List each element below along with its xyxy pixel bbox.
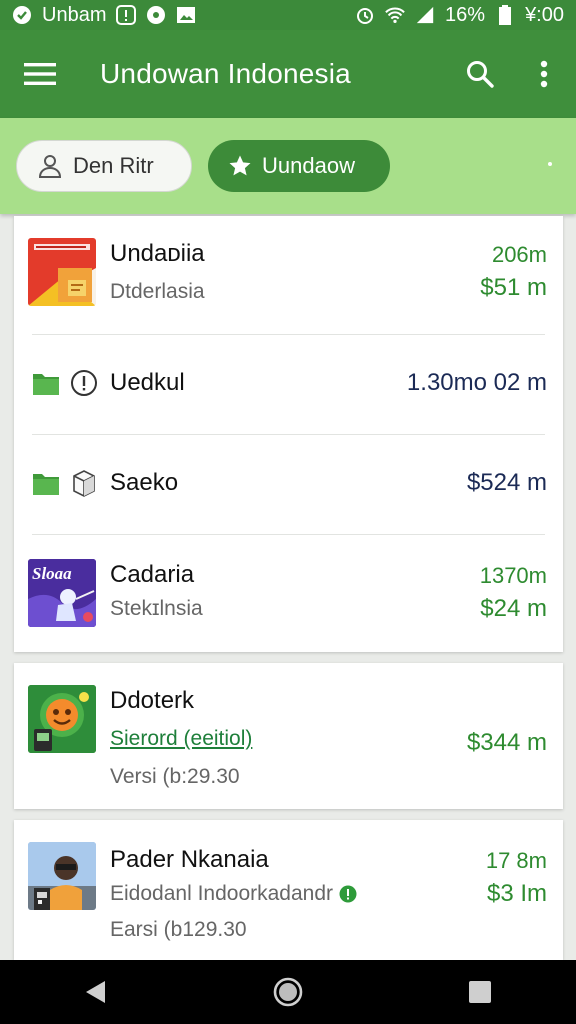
alarm-icon xyxy=(355,5,375,25)
pader-thumb xyxy=(28,842,96,910)
filter-bar: Den Ritr Uundaow xyxy=(0,118,576,214)
search-icon[interactable] xyxy=(448,30,512,118)
battery-icon xyxy=(495,5,515,25)
thumb-text: Sloaa xyxy=(32,564,72,583)
wifi-icon xyxy=(385,5,405,25)
status-time: ¥:00 xyxy=(525,3,564,26)
folder-icon xyxy=(33,474,59,495)
list-item[interactable]: Undaᴅiia Dtderlasia 206m $51 m xyxy=(14,216,563,334)
item-name: Saeko xyxy=(110,469,179,496)
item-version: Earsi (b129.30 xyxy=(110,918,247,941)
star-icon xyxy=(229,155,251,176)
alert-circle-icon xyxy=(71,370,97,396)
home-icon[interactable] xyxy=(258,962,318,1022)
box-icon xyxy=(73,470,95,497)
item-size: 17 8m xyxy=(485,848,547,873)
item-size: 206m xyxy=(491,242,547,267)
list-item[interactable]: Ddoterk Sierord (eeitiol) Versi (b:29.30… xyxy=(14,663,563,809)
item-subtitle: Stekɪlnsia xyxy=(110,597,203,620)
image-icon xyxy=(176,5,196,25)
ddoterk-thumb xyxy=(28,685,96,753)
battery-level: 16% xyxy=(445,3,486,26)
info-badge-icon xyxy=(339,885,357,903)
filter-chip-label: Den Ritr xyxy=(73,153,154,178)
page-title: Undowan Indonesia xyxy=(100,58,351,89)
item-name: Uedkul xyxy=(110,369,185,396)
list-item[interactable]: Uedkul 1.30mo 02 m xyxy=(14,335,563,434)
filter-chip-label: Uundaow xyxy=(262,153,355,178)
filter-chip-uundaow[interactable]: Uundaow xyxy=(208,140,390,192)
item-version: Versi (b:29.30 xyxy=(110,765,240,788)
app-bar: Undowan Indonesia xyxy=(0,30,576,118)
filter-chip-den-ritr[interactable]: Den Ritr xyxy=(16,140,192,192)
item-price: $24 m xyxy=(480,595,547,622)
item-name: Pader Nkanaia xyxy=(110,846,269,873)
item-price: $3 Im xyxy=(486,880,547,907)
media-icon xyxy=(146,5,166,25)
hamburger-menu-icon[interactable] xyxy=(0,30,80,118)
more-vertical-icon[interactable] xyxy=(512,30,576,118)
item-subtitle: Eidodanl Indoorkadandr xyxy=(110,882,357,906)
item-name: Cadaria xyxy=(110,561,195,588)
item-value: 1.30mo 02 m xyxy=(406,369,547,396)
item-subtitle-text: Eidodanl Indoorkadandr xyxy=(110,882,334,905)
item-name: Ddoterk xyxy=(110,687,195,714)
signal-icon xyxy=(415,5,435,25)
item-subtitle: Dtderlasia xyxy=(110,280,205,303)
item-value: $524 m xyxy=(466,469,547,496)
status-bar: Unbam 16% ¥:00 xyxy=(0,0,576,30)
overflow-dot xyxy=(548,162,552,166)
item-price: $344 m xyxy=(466,729,547,756)
list-item[interactable]: Saeko $524 m xyxy=(14,435,563,534)
list-card: Ddoterk Sierord (eeitiol) Versi (b:29.30… xyxy=(14,663,563,809)
item-name: Undaᴅiia xyxy=(110,240,205,267)
list-card: Pader Nkanaia Eidodanl Indoorkadandr Ear… xyxy=(14,820,563,960)
list-item[interactable]: Sloaa Cadaria Stekɪlnsia 1370m $24 m xyxy=(14,535,563,652)
alert-icon xyxy=(116,5,137,25)
person-icon xyxy=(38,155,62,178)
folder-icon xyxy=(33,374,59,395)
list-card: Undaᴅiia Dtderlasia 206m $51 m Uedkul 1.… xyxy=(14,216,563,652)
item-link[interactable]: Sierord (eeitiol) xyxy=(110,727,252,751)
cadaria-thumb: Sloaa xyxy=(28,559,96,627)
status-carrier: Unbam xyxy=(42,3,107,26)
recents-icon[interactable] xyxy=(450,962,510,1022)
notification-app-icon xyxy=(12,5,32,25)
item-size: 1370m xyxy=(479,563,547,588)
item-price: $51 m xyxy=(480,274,547,301)
undaia-thumb xyxy=(28,238,96,306)
back-icon[interactable] xyxy=(66,962,126,1022)
system-nav-bar xyxy=(0,960,576,1024)
list-item[interactable]: Pader Nkanaia Eidodanl Indoorkadandr Ear… xyxy=(14,820,563,960)
